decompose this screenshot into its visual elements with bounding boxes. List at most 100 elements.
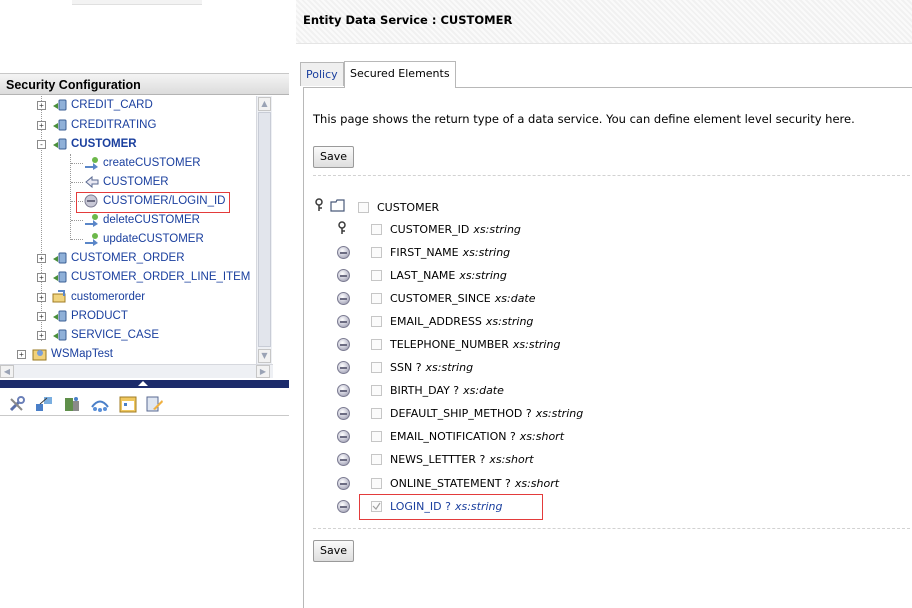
- tree-horizontal-scrollbar[interactable]: ◀ ▶: [0, 364, 273, 378]
- expand-toggle-icon[interactable]: +: [37, 292, 46, 302]
- element-name: NEWS_LETTTER ?: [390, 452, 486, 466]
- element-type: xs:short: [519, 429, 565, 443]
- expand-toggle-icon[interactable]: +: [37, 311, 46, 321]
- expand-toggle-icon[interactable]: +: [37, 100, 46, 110]
- element-icon: [337, 269, 350, 282]
- tree-node-create-customer[interactable]: createCUSTOMER: [84, 154, 201, 172]
- checkbox[interactable]: [371, 292, 382, 304]
- element-name: ONLINE_STATEMENT ?: [390, 476, 511, 490]
- element-row: EMAIL_ADDRESS xs:string: [371, 312, 533, 330]
- element-name: DEFAULT_SHIP_METHOD ?: [390, 406, 532, 420]
- element-type: xs:string: [512, 337, 561, 351]
- panel-title: Security Configuration: [0, 73, 289, 95]
- element-name: FIRST_NAME: [390, 245, 459, 259]
- element-type: xs:date: [494, 291, 536, 305]
- tab-secured-elements[interactable]: Secured Elements: [344, 61, 456, 88]
- hierarchy-icon[interactable]: [35, 395, 53, 413]
- folder-icon: [330, 199, 346, 215]
- expand-toggle-icon[interactable]: +: [37, 253, 46, 263]
- checkbox[interactable]: [371, 430, 382, 442]
- expand-toggle-icon[interactable]: +: [37, 120, 46, 130]
- checkbox[interactable]: [371, 361, 382, 373]
- network-icon[interactable]: [91, 395, 109, 413]
- login-id-highlight-box: [359, 494, 543, 520]
- tree-node-creditrating[interactable]: + CREDITRATING: [37, 116, 156, 134]
- tab-strip: Policy Secured Elements: [296, 58, 912, 88]
- calendar-icon[interactable]: [119, 395, 137, 413]
- tree-node-delete-customer[interactable]: deleteCUSTOMER: [84, 211, 200, 229]
- checkbox[interactable]: [371, 407, 382, 419]
- element-icon: [337, 407, 350, 420]
- element-type: xs:short: [489, 452, 534, 466]
- expand-toggle-icon[interactable]: +: [17, 349, 26, 359]
- expand-toggle-icon[interactable]: +: [37, 272, 46, 282]
- security-tree: + CREDIT_CARD + CREDITRATING - CUSTOMER …: [0, 96, 273, 364]
- tree-node-customer-read[interactable]: CUSTOMER: [84, 173, 169, 191]
- tree-node-wsmaptest[interactable]: + WSMapTest: [17, 345, 113, 363]
- save-button[interactable]: Save: [313, 540, 355, 562]
- element-icon: [337, 430, 350, 443]
- checkbox[interactable]: [371, 453, 382, 465]
- element-icon: [337, 500, 350, 513]
- tree-node-customer[interactable]: - CUSTOMER: [37, 135, 137, 153]
- checkbox[interactable]: [371, 223, 382, 235]
- save-button[interactable]: Save: [313, 146, 355, 168]
- checkbox[interactable]: [371, 384, 382, 396]
- element-icon: [337, 361, 350, 374]
- checkbox[interactable]: [371, 315, 382, 327]
- tree-node-customer-order-line-item[interactable]: + CUSTOMER_ORDER_LINE_ITEM: [37, 268, 250, 286]
- panel-splitter[interactable]: [0, 380, 289, 388]
- tab-policy[interactable]: Policy: [300, 62, 344, 86]
- tree-connector: [71, 220, 83, 221]
- scroll-down-icon[interactable]: ▼: [258, 349, 271, 363]
- element-type: xs:string: [425, 360, 474, 374]
- server-icon[interactable]: [63, 395, 81, 413]
- checkbox[interactable]: [371, 477, 382, 489]
- scroll-up-icon[interactable]: ▲: [258, 97, 271, 111]
- key-icon: [314, 198, 324, 215]
- element-name: EMAIL_ADDRESS: [390, 314, 482, 328]
- element-type: xs:short: [514, 476, 560, 490]
- element-row: NEWS_LETTTER ? xs:short: [371, 450, 534, 468]
- element-icon: [337, 453, 350, 466]
- update-operation-icon: [84, 232, 100, 246]
- scroll-thumb[interactable]: [258, 112, 271, 347]
- data-service-icon: [52, 118, 68, 132]
- collapse-toggle-icon[interactable]: -: [37, 139, 46, 149]
- element-name: SSN ?: [390, 360, 422, 374]
- checkbox[interactable]: [371, 246, 382, 258]
- element-name: BIRTH_DAY ?: [390, 383, 460, 397]
- tools-icon[interactable]: [8, 395, 26, 413]
- expand-toggle-icon[interactable]: +: [37, 330, 46, 340]
- tree-connector: [71, 163, 83, 164]
- element-row: CUSTOMER_SINCE xs:date: [371, 289, 536, 307]
- scroll-left-icon[interactable]: ◀: [0, 365, 14, 378]
- element-row: CUSTOMER_ID xs:string: [371, 220, 521, 238]
- tree-node-service-case[interactable]: + SERVICE_CASE: [37, 326, 159, 344]
- element-row: BIRTH_DAY ? xs:date: [371, 381, 504, 399]
- element-name: LAST_NAME: [390, 268, 456, 282]
- element-name: CUSTOMER_SINCE: [390, 291, 491, 305]
- checkbox[interactable]: [371, 269, 382, 281]
- edit-icon[interactable]: [146, 395, 164, 413]
- top-stub: [72, 0, 202, 5]
- scroll-right-icon[interactable]: ▶: [256, 365, 270, 378]
- element-type: xs:string: [535, 406, 584, 420]
- divider: [313, 175, 910, 176]
- tree-node-credit-card[interactable]: + CREDIT_CARD: [37, 96, 153, 114]
- checkbox[interactable]: [371, 338, 382, 350]
- tree-vertical-scrollbar[interactable]: ▲ ▼: [256, 96, 272, 364]
- tree-node-update-customer[interactable]: updateCUSTOMER: [84, 230, 204, 248]
- data-service-icon: [52, 98, 68, 112]
- element-icon: [337, 292, 350, 305]
- element-name: TELEPHONE_NUMBER: [390, 337, 509, 351]
- element-name: CUSTOMER: [377, 200, 440, 214]
- element-row: LAST_NAME xs:string: [371, 266, 507, 284]
- tree-node-customer-order[interactable]: + CUSTOMER_ORDER: [37, 249, 185, 267]
- tree-connector: [71, 182, 83, 183]
- checkbox[interactable]: [358, 201, 369, 213]
- tree-node-customerorder[interactable]: + customerorder: [37, 288, 145, 306]
- splitter-grip-icon[interactable]: [138, 381, 148, 386]
- data-service-icon: [52, 270, 68, 284]
- tree-node-product[interactable]: + PRODUCT: [37, 307, 128, 325]
